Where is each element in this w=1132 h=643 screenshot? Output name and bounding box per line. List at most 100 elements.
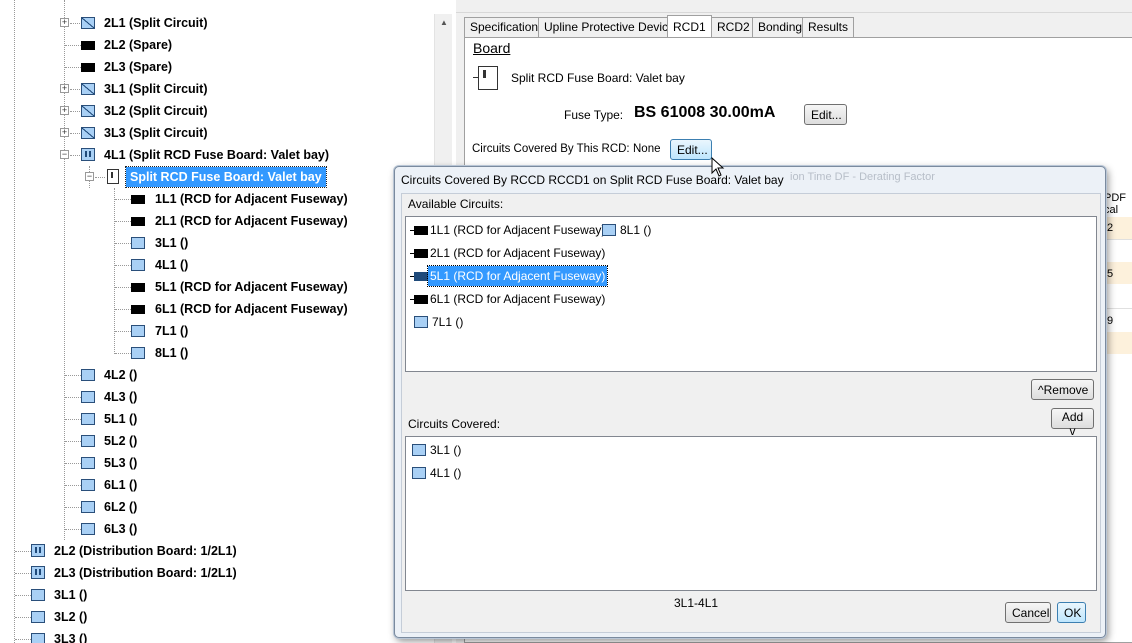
tree-item[interactable]: 5L2 () xyxy=(0,430,430,452)
list-item-label: 1L1 (RCD for Adjacent Fuseway) xyxy=(430,223,606,237)
list-item-label: 7L1 () xyxy=(432,315,464,329)
tree-item[interactable]: 2L3 (Distribution Board: 1/2L1) xyxy=(0,562,430,584)
board-name: Split RCD Fuse Board: Valet bay xyxy=(511,71,685,85)
tree-item-label: 6L1 () xyxy=(104,478,138,492)
tree-item[interactable]: − 4L1 (Split RCD Fuse Board: Valet bay) xyxy=(0,144,430,166)
collapse-icon[interactable]: − xyxy=(85,172,94,181)
tree-item[interactable]: 4L1 () xyxy=(0,254,430,276)
circuit-icon xyxy=(81,457,95,469)
fuse-type-value: BS 61008 30.00mA xyxy=(634,104,776,121)
toolbar-strip xyxy=(456,0,1132,13)
circuit-icon xyxy=(81,391,95,403)
tree-item-label: 6L3 () xyxy=(104,522,138,536)
tree-item-label: 4L1 (Split RCD Fuse Board: Valet bay) xyxy=(104,148,330,162)
scroll-up-icon[interactable]: ▲ xyxy=(435,14,452,32)
tree-item[interactable]: 3L1 () xyxy=(0,232,430,254)
spare-icon xyxy=(81,63,95,72)
circuit-tree[interactable]: + 2L1 (Split Circuit) 2L2 (Spare) 2L3 (S… xyxy=(0,0,452,643)
tab-rcd1[interactable]: RCD1 xyxy=(667,15,712,37)
rcd-icon xyxy=(414,295,428,304)
list-item-label: 3L1 () xyxy=(430,443,462,457)
rcd-icon xyxy=(131,217,145,226)
list-item-label: 2L1 (RCD for Adjacent Fuseway) xyxy=(430,246,606,260)
tree-item[interactable]: 5L1 (RCD for Adjacent Fuseway) xyxy=(0,276,430,298)
split-circuit-icon xyxy=(81,17,95,29)
tree-item[interactable]: 2L2 (Distribution Board: 1/2L1) xyxy=(0,540,430,562)
tree-item[interactable]: 5L1 () xyxy=(0,408,430,430)
remove-button[interactable]: ^Remove xyxy=(1031,379,1094,400)
split-circuit-icon xyxy=(81,105,95,117)
circuit-icon xyxy=(131,259,145,271)
available-circuits-label: Available Circuits: xyxy=(408,197,504,211)
circuit-icon xyxy=(602,224,616,236)
tree-item[interactable]: 1L1 (RCD for Adjacent Fuseway) xyxy=(0,188,430,210)
tree-item-label: 2L1 (Split Circuit) xyxy=(104,16,208,30)
circuit-icon xyxy=(414,316,428,328)
tree-item[interactable]: 8L1 () xyxy=(0,342,430,364)
tree-item[interactable]: 4L2 () xyxy=(0,364,430,386)
tree-item[interactable]: 4L3 () xyxy=(0,386,430,408)
expand-icon[interactable]: + xyxy=(60,18,69,27)
tree-item-label: 5L1 (RCD for Adjacent Fuseway) xyxy=(155,280,348,294)
dialog-body: Available Circuits: 1L1 (RCD for Adjacen… xyxy=(401,193,1101,633)
spare-icon xyxy=(81,41,95,50)
tab-specification[interactable]: Specification xyxy=(464,17,545,37)
tree-item[interactable]: 7L1 () xyxy=(0,320,430,342)
circuit-icon xyxy=(412,467,426,479)
tree-item[interactable]: + 3L2 (Split Circuit) xyxy=(0,100,430,122)
tree-item-selected[interactable]: − Split RCD Fuse Board: Valet bay xyxy=(0,166,430,188)
tree-item[interactable]: 6L1 (RCD for Adjacent Fuseway) xyxy=(0,298,430,320)
circuit-icon xyxy=(81,523,95,535)
tree-item-label: 4L1 () xyxy=(155,258,189,272)
collapse-icon[interactable]: − xyxy=(60,150,69,159)
expand-icon[interactable]: + xyxy=(60,106,69,115)
tab-upline-protective-device[interactable]: Upline Protective Device xyxy=(538,17,681,37)
tree-item[interactable]: 3L3 () xyxy=(0,628,430,643)
tab-bonding[interactable]: Bonding xyxy=(752,17,809,37)
tree-item-label: 3L3 (Split Circuit) xyxy=(104,126,208,140)
cancel-button[interactable]: Cancel xyxy=(1005,602,1051,623)
rcd-icon xyxy=(414,249,428,258)
circuit-icon xyxy=(131,325,145,337)
tree-item[interactable]: 5L3 () xyxy=(0,452,430,474)
circuit-icon xyxy=(81,369,95,381)
tree-item-label: 3L2 (Split Circuit) xyxy=(104,104,208,118)
tree-item-label: 1L1 (RCD for Adjacent Fuseway) xyxy=(155,192,348,206)
tab-results[interactable]: Results xyxy=(802,17,855,37)
tree-item[interactable]: + 3L1 (Split Circuit) xyxy=(0,78,430,100)
tree-item[interactable]: 6L2 () xyxy=(0,496,430,518)
edit-fuse-type-button[interactable]: Edit... xyxy=(804,104,847,125)
tree-item-label: 5L2 () xyxy=(104,434,138,448)
tree-item-label: 7L1 () xyxy=(155,324,189,338)
available-circuits-list[interactable]: 1L1 (RCD for Adjacent Fuseway) 2L1 (RCD … xyxy=(405,216,1097,372)
tab-rcd2[interactable]: RCD2 xyxy=(711,17,756,37)
tree-item[interactable]: 3L1 () xyxy=(0,584,430,606)
expand-icon[interactable]: + xyxy=(60,84,69,93)
tree-item[interactable]: 2L2 (Spare) xyxy=(0,34,430,56)
tree-item[interactable]: 6L1 () xyxy=(0,474,430,496)
tree-item[interactable]: 2L3 (Spare) xyxy=(0,56,430,78)
add-button[interactable]: Add v xyxy=(1051,408,1094,438)
tree-item[interactable]: + 3L3 (Split Circuit) xyxy=(0,122,430,144)
board-icon xyxy=(81,148,95,161)
expand-icon[interactable]: + xyxy=(60,128,69,137)
tree-item[interactable]: + 2L1 (Split Circuit) xyxy=(0,12,430,34)
circuit-icon xyxy=(131,237,145,249)
tree-item-label: 3L1 () xyxy=(155,236,189,250)
circuit-icon xyxy=(412,444,426,456)
rcd-icon xyxy=(131,305,145,314)
tree-item[interactable]: 3L2 () xyxy=(0,606,430,628)
rcd-icon xyxy=(131,283,145,292)
tree-item-label: Split RCD Fuse Board: Valet bay xyxy=(125,166,327,188)
column-header: PDF xyxy=(1104,192,1126,204)
circuits-covered-list[interactable]: 3L1 () 4L1 () xyxy=(405,436,1097,591)
tree-item-label: 2L2 (Distribution Board: 1/2L1) xyxy=(54,544,237,558)
mouse-cursor-icon xyxy=(711,157,725,177)
table-cell: 5 xyxy=(1107,268,1114,280)
ok-button[interactable]: OK xyxy=(1057,602,1086,623)
tree-item[interactable]: 2L1 (RCD for Adjacent Fuseway) xyxy=(0,210,430,232)
edit-circuits-button[interactable]: Edit... xyxy=(670,139,712,160)
tree-item-label: 6L1 (RCD for Adjacent Fuseway) xyxy=(155,302,348,316)
tree-item[interactable]: 6L3 () xyxy=(0,518,430,540)
tree-item-label: 2L1 (RCD for Adjacent Fuseway) xyxy=(155,214,348,228)
